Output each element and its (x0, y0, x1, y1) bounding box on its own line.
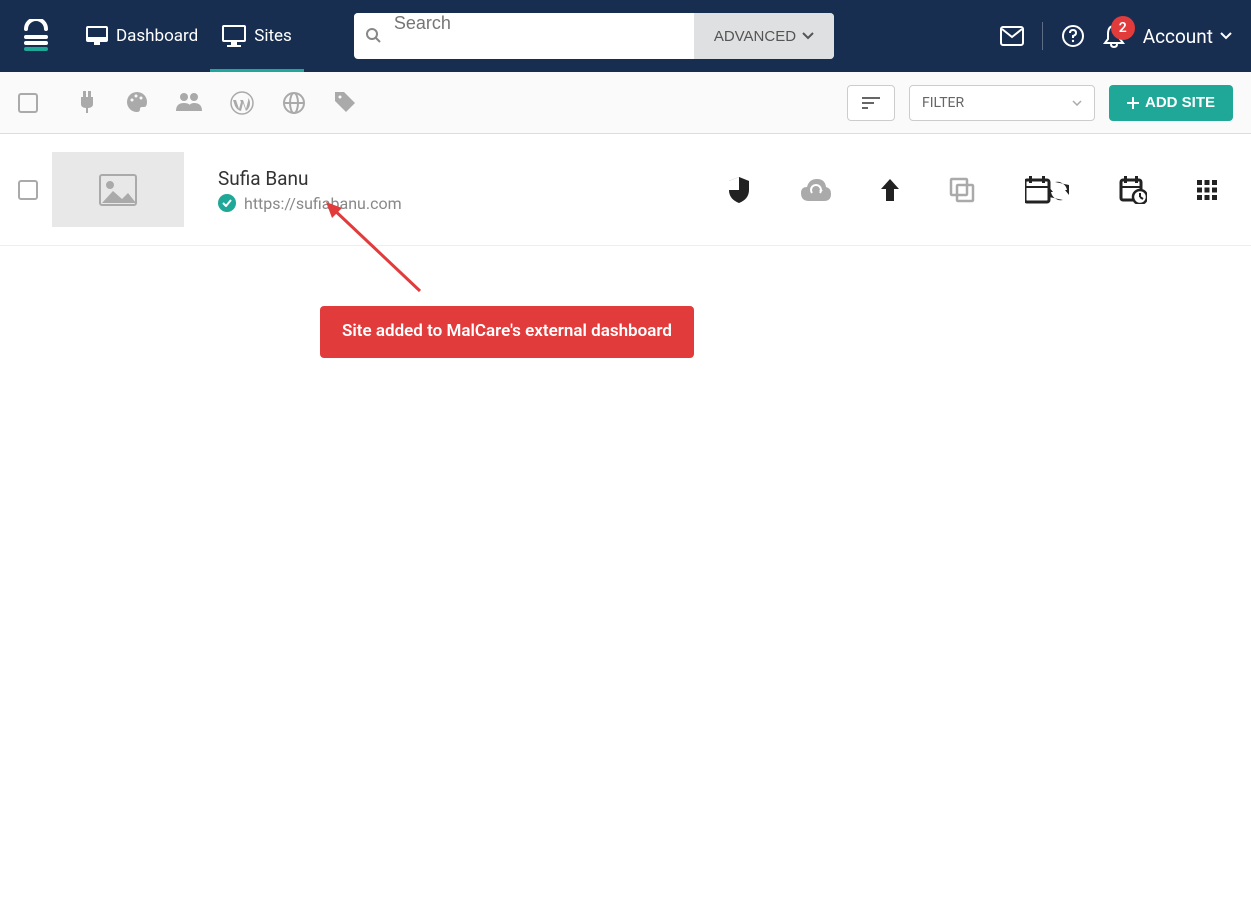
sync-schedule-icon[interactable] (1025, 176, 1069, 204)
plugin-icon[interactable] (76, 91, 98, 115)
account-menu[interactable]: Account (1143, 25, 1233, 48)
apps-grid-icon[interactable] (1197, 180, 1217, 200)
search-icon (366, 28, 382, 44)
toolbar-icons (76, 91, 356, 115)
divider (1042, 22, 1043, 50)
verified-icon (218, 194, 236, 212)
help-icon[interactable] (1061, 24, 1085, 48)
sort-button[interactable] (847, 85, 895, 121)
site-checkbox[interactable] (18, 180, 38, 200)
shield-icon[interactable] (727, 176, 751, 204)
notification-badge: 2 (1111, 16, 1135, 40)
account-label: Account (1143, 25, 1213, 48)
nav-dashboard[interactable]: Dashboard (74, 0, 210, 72)
add-site-label: ADD SITE (1145, 94, 1215, 111)
wordpress-icon[interactable] (230, 91, 254, 115)
toolbar: FILTER ADD SITE (0, 72, 1251, 134)
site-row: Sufia Banu https://sufiabanu.com (0, 134, 1251, 246)
logo (18, 18, 54, 54)
annotation-arrow (320, 196, 440, 316)
main-header: Dashboard Sites ADVANCED 2 A (0, 0, 1251, 72)
filter-select[interactable]: FILTER (909, 85, 1095, 121)
chevron-down-icon (1219, 31, 1233, 41)
nav-dashboard-label: Dashboard (116, 26, 198, 46)
select-all-checkbox[interactable] (18, 93, 38, 113)
copy-icon[interactable] (949, 177, 975, 203)
advanced-search-button[interactable]: ADVANCED (694, 13, 834, 59)
plus-icon (1127, 97, 1139, 109)
add-site-button[interactable]: ADD SITE (1109, 85, 1233, 121)
nav-sites[interactable]: Sites (210, 0, 304, 72)
upload-icon[interactable] (881, 179, 899, 201)
chevron-down-icon (1072, 100, 1082, 106)
nav-sites-label: Sites (254, 26, 292, 46)
mail-icon[interactable] (1000, 26, 1024, 46)
notifications-icon[interactable]: 2 (1103, 24, 1125, 48)
palette-icon[interactable] (126, 91, 148, 115)
annotation-callout: Site added to MalCare's external dashboa… (320, 306, 694, 358)
cloud-backup-icon[interactable] (801, 179, 831, 201)
site-thumbnail[interactable] (52, 152, 184, 227)
advanced-label: ADVANCED (714, 28, 796, 45)
chevron-down-icon (802, 32, 814, 40)
search-container: ADVANCED (354, 13, 834, 59)
site-actions (727, 176, 1217, 204)
filter-label: FILTER (922, 95, 964, 111)
tag-icon[interactable] (334, 91, 356, 115)
header-right: 2 Account (1000, 22, 1233, 50)
site-title[interactable]: Sufia Banu (218, 167, 713, 190)
users-icon[interactable] (176, 91, 202, 115)
globe-icon[interactable] (282, 91, 306, 115)
schedule-icon[interactable] (1119, 176, 1147, 204)
search-input[interactable] (354, 13, 694, 34)
site-info: Sufia Banu https://sufiabanu.com (218, 167, 713, 213)
